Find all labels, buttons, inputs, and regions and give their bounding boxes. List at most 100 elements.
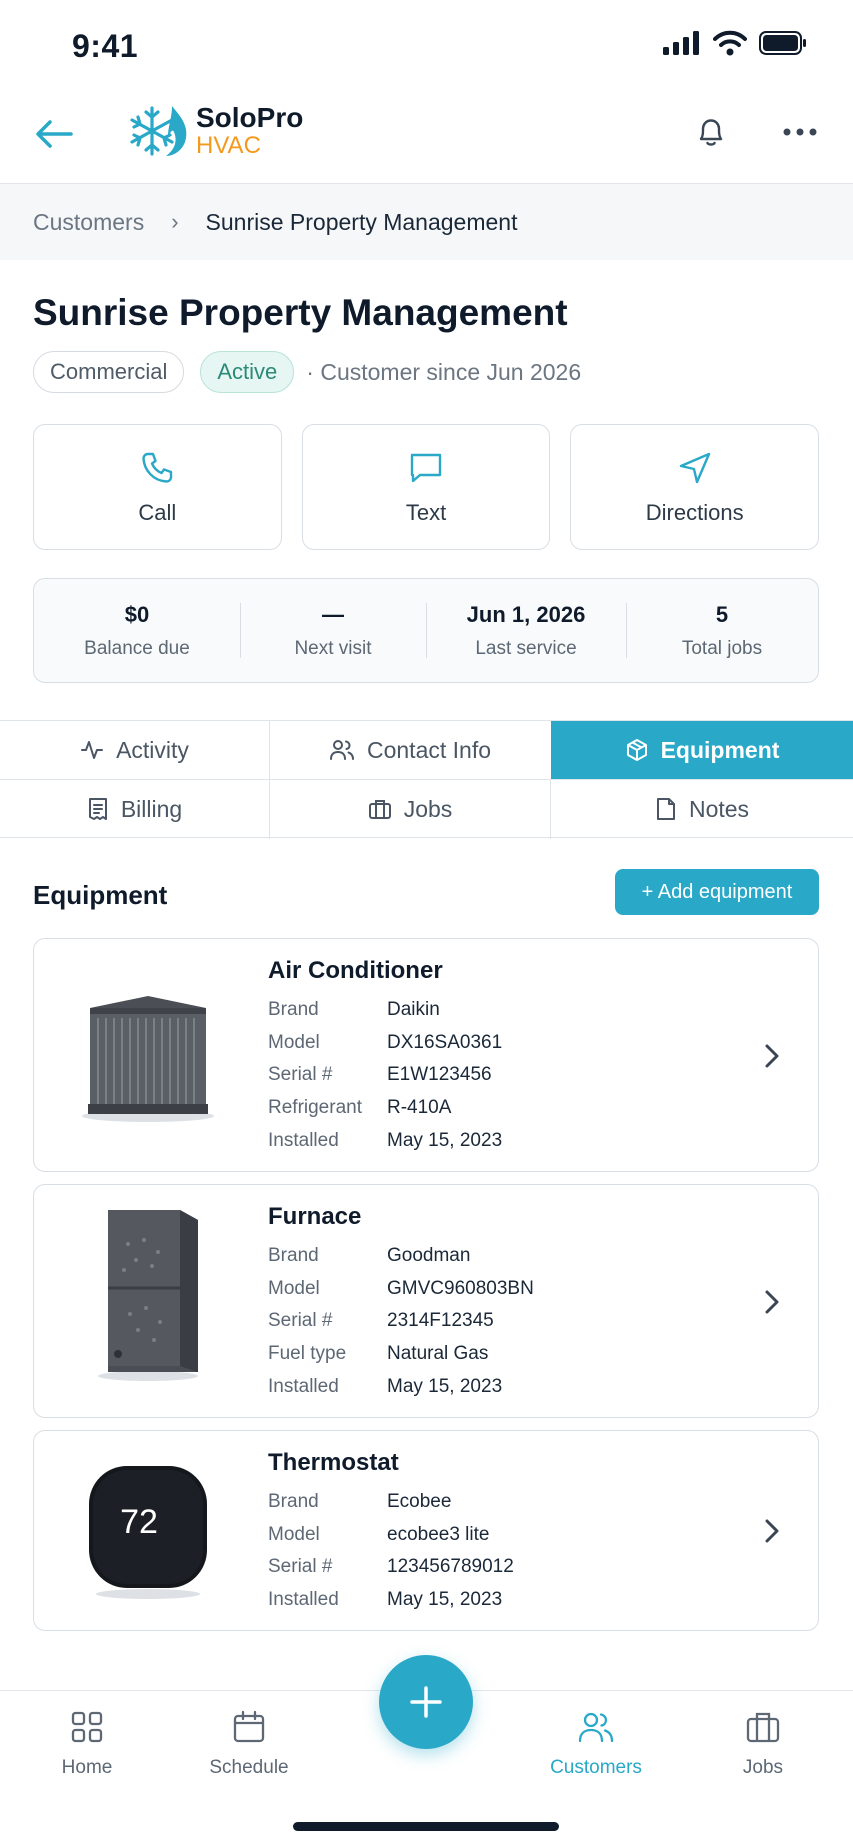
spec-row-fuel-type: Fuel type Natural Gas [268, 1343, 488, 1365]
spec-value: GMVC960803BN [387, 1278, 534, 1299]
customer-tabs: Activity Contact Info Equipment Billing … [0, 720, 853, 839]
spec-row-refrigerant: Refrigerant R-410A [268, 1097, 451, 1119]
tab-activity[interactable]: Activity [0, 721, 269, 779]
tab-notes[interactable]: Notes [551, 780, 853, 838]
spec-value: May 15, 2023 [387, 1589, 503, 1610]
stat-label: Balance due [84, 637, 190, 659]
navigation-icon [679, 452, 710, 484]
nav-label: Jobs [742, 1757, 784, 1778]
stat-last-service: Jun 1, 2026 Last service [426, 579, 626, 682]
nav-jobs[interactable]: Jobs [703, 1707, 823, 1779]
tab-label: Contact Info [366, 736, 492, 763]
phone-icon [142, 452, 173, 483]
status-icons [663, 30, 807, 56]
activity-icon [81, 741, 104, 759]
notifications-button[interactable] [689, 110, 733, 154]
spec-value: ecobee3 lite [387, 1524, 490, 1545]
briefcase-icon [746, 1712, 780, 1743]
spec-label: Serial # [268, 1556, 333, 1577]
quick-actions: Call Text Directions [33, 424, 820, 550]
chevron-right-icon[interactable] [758, 1517, 786, 1545]
status-badge: Active [200, 351, 295, 393]
breadcrumb-customers-link[interactable]: Customers [33, 209, 144, 236]
text-label: Text [405, 500, 447, 525]
snowflake-flame-logo-icon [130, 106, 187, 156]
spec-label: Brand [268, 999, 319, 1020]
directions-label: Directions [645, 500, 744, 525]
spec-row-serial: Serial # 123456789012 [268, 1556, 514, 1578]
stat-total-jobs: 5 Total jobs [626, 579, 818, 682]
spec-label: Serial # [268, 1064, 333, 1085]
spec-row-brand: Brand Ecobee [268, 1491, 451, 1513]
spec-row-serial: Serial # E1W123456 [268, 1064, 492, 1086]
tab-jobs[interactable]: Jobs [270, 780, 550, 838]
arrow-left-icon [36, 120, 73, 148]
spec-label: Model [268, 1032, 320, 1053]
breadcrumb-separator: › [171, 209, 179, 234]
create-fab-button[interactable] [379, 1655, 473, 1749]
bell-icon [699, 119, 723, 146]
spec-value: E1W123456 [387, 1064, 492, 1085]
spec-value: Natural Gas [387, 1343, 489, 1364]
equipment-card-furnace[interactable]: Furnace Brand Goodman Model GMVC960803BN… [33, 1184, 819, 1418]
chevron-right-icon[interactable] [758, 1288, 786, 1316]
tab-label: Equipment [660, 736, 780, 763]
text-button[interactable]: Text [301, 424, 551, 550]
directions-button[interactable]: Directions [570, 424, 820, 550]
home-indicator [293, 1822, 559, 1831]
calendar-icon [233, 1710, 265, 1743]
more-horizontal-icon [783, 128, 817, 136]
spec-label: Model [268, 1278, 320, 1299]
stat-label: Last service [475, 637, 577, 659]
equipment-name: Furnace [268, 1203, 362, 1230]
tab-contact-info[interactable]: Contact Info [270, 721, 550, 779]
customer-since: · Customer since Jun 2026 [306, 358, 582, 385]
logo-name: SoloPro [196, 102, 304, 133]
air-conditioner-image [74, 981, 222, 1131]
tab-billing[interactable]: Billing [0, 780, 269, 838]
equipment-name: Air Conditioner [268, 957, 443, 984]
equipment-card-air-conditioner[interactable]: Air Conditioner Brand Daikin Model DX16S… [33, 938, 819, 1172]
page-title: Sunrise Property Management [33, 292, 568, 333]
spec-row-serial: Serial # 2314F12345 [268, 1310, 494, 1332]
spec-value: Goodman [387, 1245, 471, 1266]
tab-equipment[interactable]: Equipment [551, 721, 853, 779]
nav-customers[interactable]: Customers [536, 1707, 656, 1779]
spec-row-model: Model ecobee3 lite [268, 1524, 489, 1546]
stat-balance-due: $0 Balance due [34, 579, 240, 682]
app-logo: SoloPro HVAC [128, 100, 303, 162]
status-bar: 9:41 [0, 0, 853, 92]
breadcrumb: Customers › Sunrise Property Management [0, 184, 853, 260]
tab-label: Activity [116, 736, 189, 763]
thermostat-display-reading: 72 [120, 1502, 158, 1541]
nav-label: Home [61, 1757, 113, 1778]
spec-row-model: Model GMVC960803BN [268, 1278, 534, 1300]
logo-text: SoloPro HVAC [196, 104, 303, 158]
back-button[interactable] [30, 110, 78, 158]
breadcrumb-current: Sunrise Property Management [205, 208, 518, 235]
thermostat-image: 72 [74, 1455, 222, 1605]
spec-row-brand: Brand Daikin [268, 999, 440, 1021]
add-equipment-button[interactable]: + Add equipment [615, 869, 819, 915]
receipt-icon [88, 798, 107, 820]
nav-home[interactable]: Home [27, 1707, 147, 1779]
equipment-card-thermostat[interactable]: 72 Thermostat Brand Ecobee Model ecobee3… [33, 1430, 819, 1631]
equipment-name: Thermostat [268, 1449, 399, 1476]
grid-icon [71, 1711, 103, 1743]
tab-label: Jobs [403, 795, 453, 822]
spec-row-installed: Installed May 15, 2023 [268, 1376, 502, 1398]
box-icon [626, 739, 647, 761]
more-options-button[interactable] [778, 110, 822, 154]
stat-label: Total jobs [681, 637, 763, 659]
spec-value: May 15, 2023 [387, 1376, 503, 1397]
type-badge: Commercial [33, 351, 185, 393]
spec-row-model: Model DX16SA0361 [268, 1032, 502, 1054]
nav-schedule[interactable]: Schedule [189, 1707, 309, 1779]
spec-label: Model [268, 1524, 320, 1545]
spec-label: Refrigerant [268, 1097, 362, 1118]
chevron-right-icon[interactable] [758, 1042, 786, 1070]
call-button[interactable]: Call [33, 424, 282, 550]
spec-value: 2314F12345 [387, 1310, 494, 1331]
stat-value: — [322, 601, 344, 627]
spec-value: May 15, 2023 [387, 1130, 503, 1151]
